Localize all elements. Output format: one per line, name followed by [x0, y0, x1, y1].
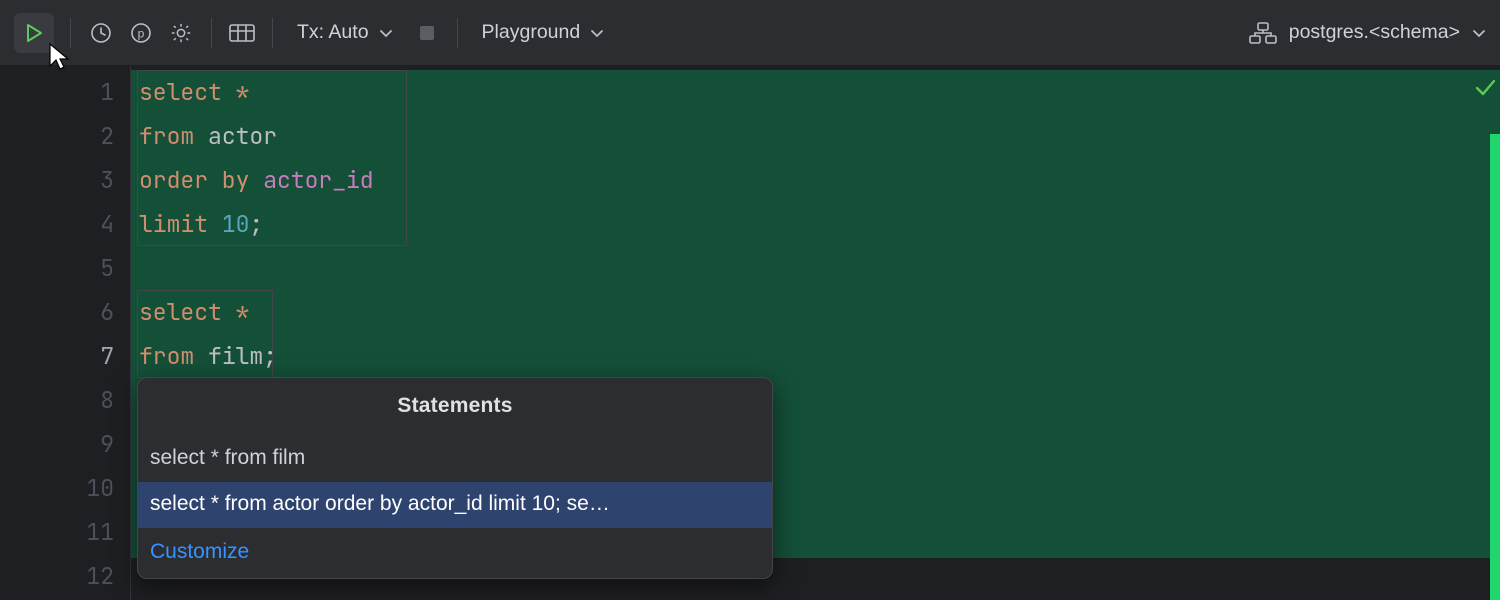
svg-text:p: p — [138, 26, 145, 40]
chevron-down-icon — [590, 26, 604, 40]
code-line: from film; — [139, 334, 1500, 378]
code-line: select * — [139, 290, 1500, 334]
clock-icon — [90, 22, 112, 44]
table-icon — [229, 23, 255, 43]
toolbar-left: p Tx: Auto — [14, 13, 618, 53]
chevron-down-icon — [379, 26, 393, 40]
line-number: 10 — [86, 466, 114, 510]
p-in-circle-icon: p — [130, 22, 152, 44]
session-dropdown[interactable]: Playground — [468, 13, 619, 53]
line-number: 5 — [100, 246, 114, 290]
tx-mode-label: Tx: Auto — [297, 21, 369, 44]
line-number: 4 — [100, 202, 114, 246]
line-number: 6 — [100, 290, 114, 334]
code-line: order by actor_id — [139, 158, 1500, 202]
toolbar-separator — [457, 18, 458, 48]
code-line: from actor — [139, 114, 1500, 158]
toolbar-separator — [211, 18, 212, 48]
line-number: 1 — [100, 70, 114, 114]
line-number: 7 — [100, 334, 114, 378]
chevron-down-icon — [1472, 26, 1486, 40]
toolbar-separator — [70, 18, 71, 48]
tx-mode-dropdown[interactable]: Tx: Auto — [283, 13, 407, 53]
result-view-button[interactable] — [222, 13, 262, 53]
popup-item[interactable]: select * from film — [138, 436, 772, 482]
stop-icon — [420, 26, 434, 40]
line-number: 9 — [100, 422, 114, 466]
line-number: 12 — [86, 554, 114, 598]
code-line — [139, 246, 1500, 290]
code-line: limit 10; — [139, 202, 1500, 246]
popup-item[interactable]: select * from actor order by actor_id li… — [138, 482, 772, 528]
line-number: 3 — [100, 158, 114, 202]
gutter: 123456789101112 — [0, 66, 131, 600]
toolbar: p Tx: Auto — [0, 0, 1500, 66]
statements-popup: Statements select * from filmselect * fr… — [137, 377, 773, 579]
datasource-label: postgres.<schema> — [1289, 21, 1460, 44]
settings-button[interactable] — [161, 13, 201, 53]
customize-link[interactable]: Customize — [138, 528, 772, 578]
line-number: 2 — [100, 114, 114, 158]
popup-title: Statements — [138, 378, 772, 436]
play-icon — [24, 23, 44, 43]
explain-plan-button[interactable]: p — [121, 13, 161, 53]
stop-button[interactable] — [407, 13, 447, 53]
check-icon — [1474, 76, 1496, 104]
right-rail — [1482, 66, 1500, 600]
session-label: Playground — [482, 21, 581, 44]
line-number: 8 — [100, 378, 114, 422]
gear-icon — [170, 22, 192, 44]
toolbar-separator — [272, 18, 273, 48]
run-button[interactable] — [14, 13, 54, 53]
code-line: select * — [139, 70, 1500, 114]
change-marker — [1490, 134, 1500, 600]
history-button[interactable] — [81, 13, 121, 53]
datasource-picker[interactable]: postgres.<schema> — [1249, 21, 1486, 44]
schema-icon — [1249, 22, 1277, 44]
line-number: 11 — [86, 510, 114, 554]
